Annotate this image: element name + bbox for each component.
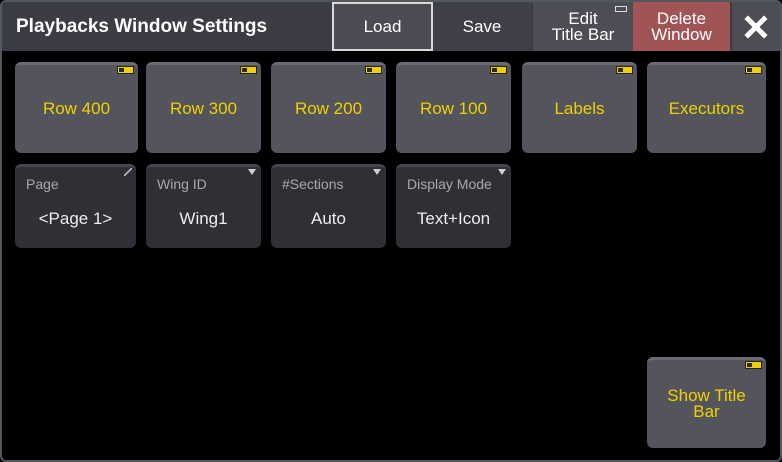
load-button[interactable]: Load <box>332 2 433 51</box>
settings-window: Playbacks Window Settings Load Save Edit… <box>0 0 782 462</box>
toggle-indicator-icon <box>240 66 257 74</box>
wing-id-value: Wing1 <box>179 209 228 228</box>
sections-label: #Sections <box>282 176 344 192</box>
close-icon <box>744 14 768 39</box>
toggle-indicator-icon <box>615 6 627 12</box>
sections-select[interactable]: #Sections Auto <box>271 164 386 248</box>
show-title-bar-label-2: Bar <box>693 402 720 421</box>
display-mode-label: Display Mode <box>407 176 492 192</box>
dropdown-arrow-icon <box>498 169 506 175</box>
row-400-label: Row 400 <box>42 99 111 118</box>
page-field-label: Page <box>26 176 59 192</box>
toggle-indicator-icon <box>745 361 762 369</box>
delete-window-label-2: Window <box>651 24 712 44</box>
executors-label: Executors <box>668 99 745 118</box>
display-mode-value: Text+Icon <box>416 209 491 228</box>
close-button[interactable] <box>732 2 780 51</box>
edit-title-bar-button[interactable]: Edit Title Bar <box>533 2 633 51</box>
dropdown-arrow-icon <box>248 169 256 175</box>
save-button[interactable]: Save <box>433 2 531 51</box>
row-400-button[interactable]: Row 400 <box>15 62 138 153</box>
edit-title-bar-label-2: Title Bar <box>551 24 615 44</box>
display-mode-select[interactable]: Display Mode Text+Icon <box>396 164 511 248</box>
row-100-button[interactable]: Row 100 <box>396 62 511 153</box>
labels-button[interactable]: Labels <box>522 62 637 153</box>
toggle-indicator-icon <box>490 66 507 74</box>
show-title-bar-button[interactable]: Show Title Bar <box>647 357 766 448</box>
row-200-button[interactable]: Row 200 <box>271 62 386 153</box>
row-100-label: Row 100 <box>419 99 488 118</box>
dropdown-arrow-icon <box>373 169 381 175</box>
title-bar: Playbacks Window Settings Load Save Edit… <box>2 2 780 51</box>
labels-label: Labels <box>554 99 605 118</box>
wing-id-select[interactable]: Wing ID Wing1 <box>146 164 261 248</box>
toggle-indicator-icon <box>365 66 382 74</box>
toggle-indicator-icon <box>745 66 762 74</box>
row-300-button[interactable]: Row 300 <box>146 62 261 153</box>
wing-id-label: Wing ID <box>157 176 207 192</box>
edit-icon <box>124 168 132 176</box>
delete-window-button[interactable]: Delete Window <box>633 2 730 51</box>
page-field-value: <Page 1> <box>38 209 113 228</box>
page-field[interactable]: Page <Page 1> <box>15 164 136 248</box>
sections-value: Auto <box>311 209 346 228</box>
toggle-indicator-icon <box>117 66 134 74</box>
row-200-label: Row 200 <box>294 99 363 118</box>
executors-button[interactable]: Executors <box>647 62 766 153</box>
window-title: Playbacks Window Settings <box>16 16 268 37</box>
toggle-indicator-icon <box>616 66 633 74</box>
row-300-label: Row 300 <box>169 99 238 118</box>
